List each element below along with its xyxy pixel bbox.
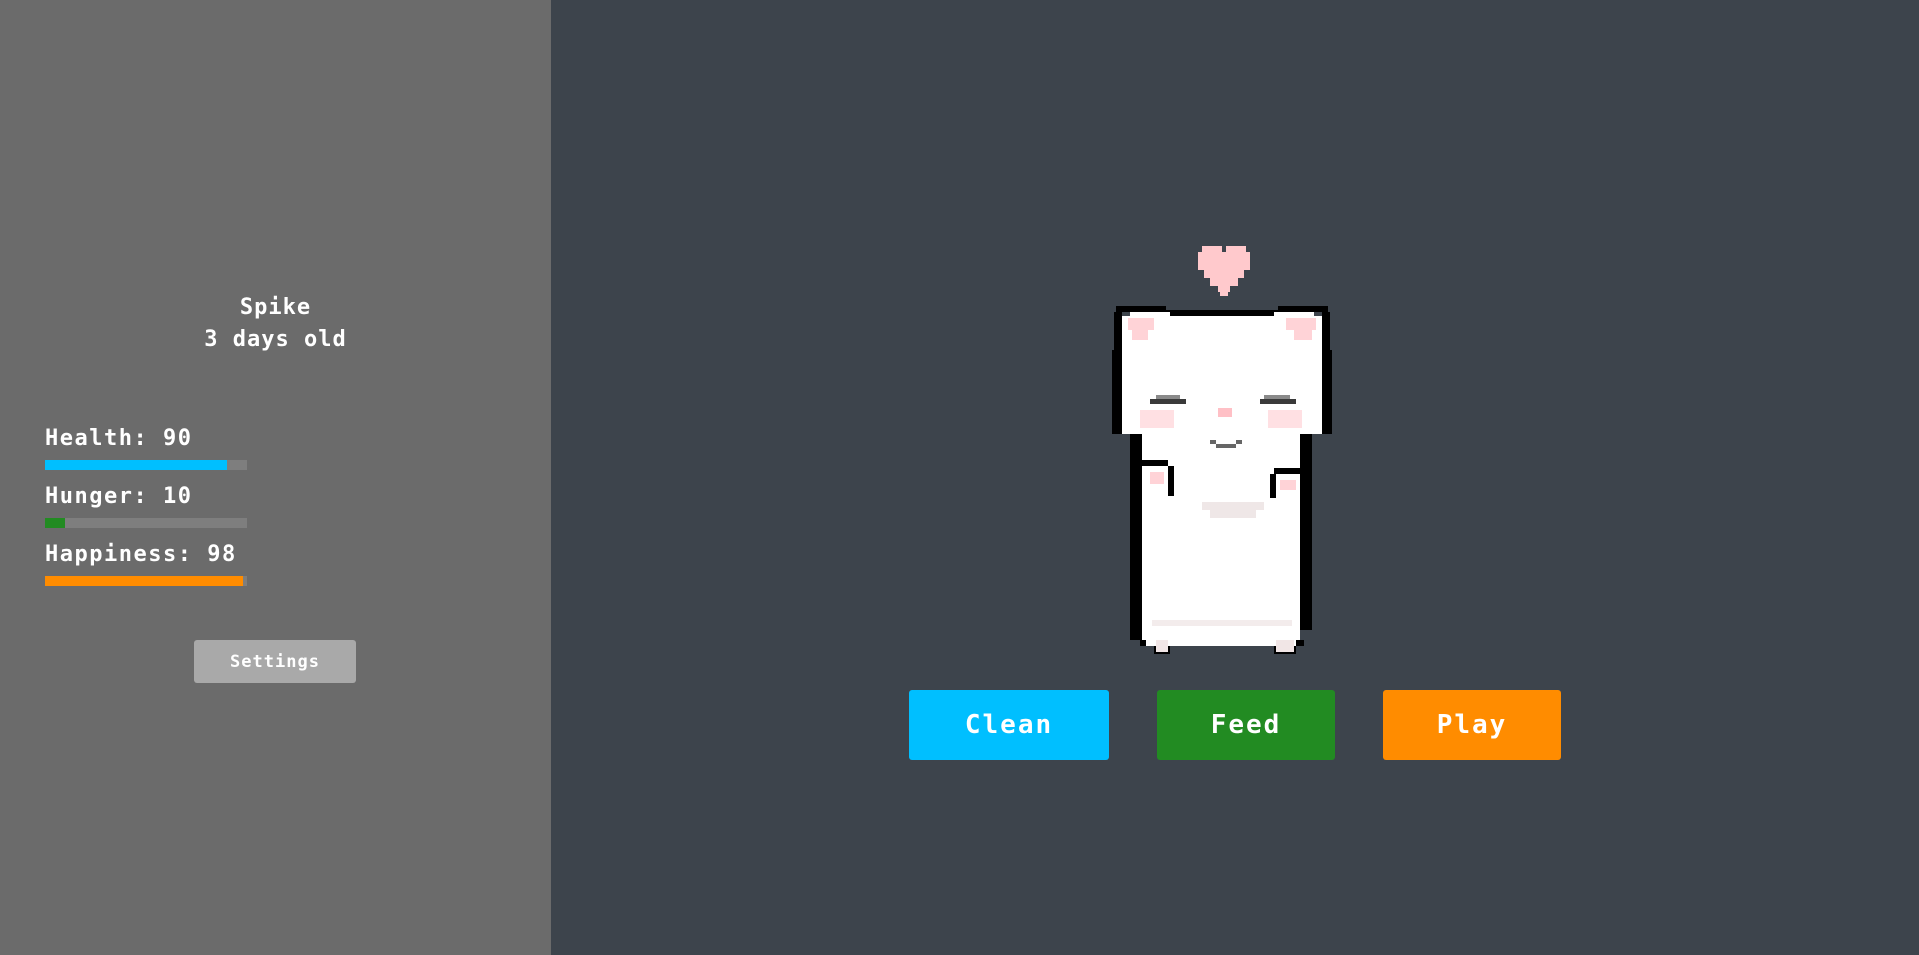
happiness-label: Happiness: <box>45 542 193 567</box>
clean-button[interactable]: Clean <box>909 690 1109 760</box>
heart-icon <box>1198 246 1250 296</box>
sidebar: Spike 3 days old Health: 90 Hunger: 10 H <box>0 0 551 955</box>
pet-info: Spike 3 days old <box>0 292 551 356</box>
health-stat: Health: 90 <box>45 426 345 470</box>
health-value: 90 <box>162 426 193 451</box>
health-bar <box>45 460 247 470</box>
pet-age: 3 days old <box>204 327 347 352</box>
health-label-row: Health: 90 <box>45 426 345 452</box>
settings-button[interactable]: Settings <box>194 640 356 683</box>
hunger-label-row: Hunger: 10 <box>45 484 345 510</box>
hunger-bar <box>45 518 247 528</box>
health-label: Health: <box>45 426 149 451</box>
hunger-label: Hunger: <box>45 484 149 509</box>
main-area: Clean Feed Play <box>551 0 1919 955</box>
hunger-stat: Hunger: 10 <box>45 484 345 528</box>
happiness-bar-fill <box>45 576 243 586</box>
hunger-value: 10 <box>162 484 193 509</box>
hunger-bar-fill <box>45 518 66 528</box>
happiness-value: 98 <box>207 542 237 567</box>
play-button[interactable]: Play <box>1383 690 1561 760</box>
happiness-stat: Happiness: 98 <box>45 542 345 586</box>
happiness-bar <box>45 576 247 586</box>
app-window: Spike 3 days old Health: 90 Hunger: 10 H <box>0 0 1919 955</box>
pet-sprite[interactable] <box>1110 240 1350 660</box>
pet-name: Spike <box>239 295 312 320</box>
happiness-label-row: Happiness: 98 <box>45 542 345 568</box>
feed-button[interactable]: Feed <box>1157 690 1335 760</box>
cat-icon <box>1112 306 1332 654</box>
health-bar-fill <box>45 460 227 470</box>
